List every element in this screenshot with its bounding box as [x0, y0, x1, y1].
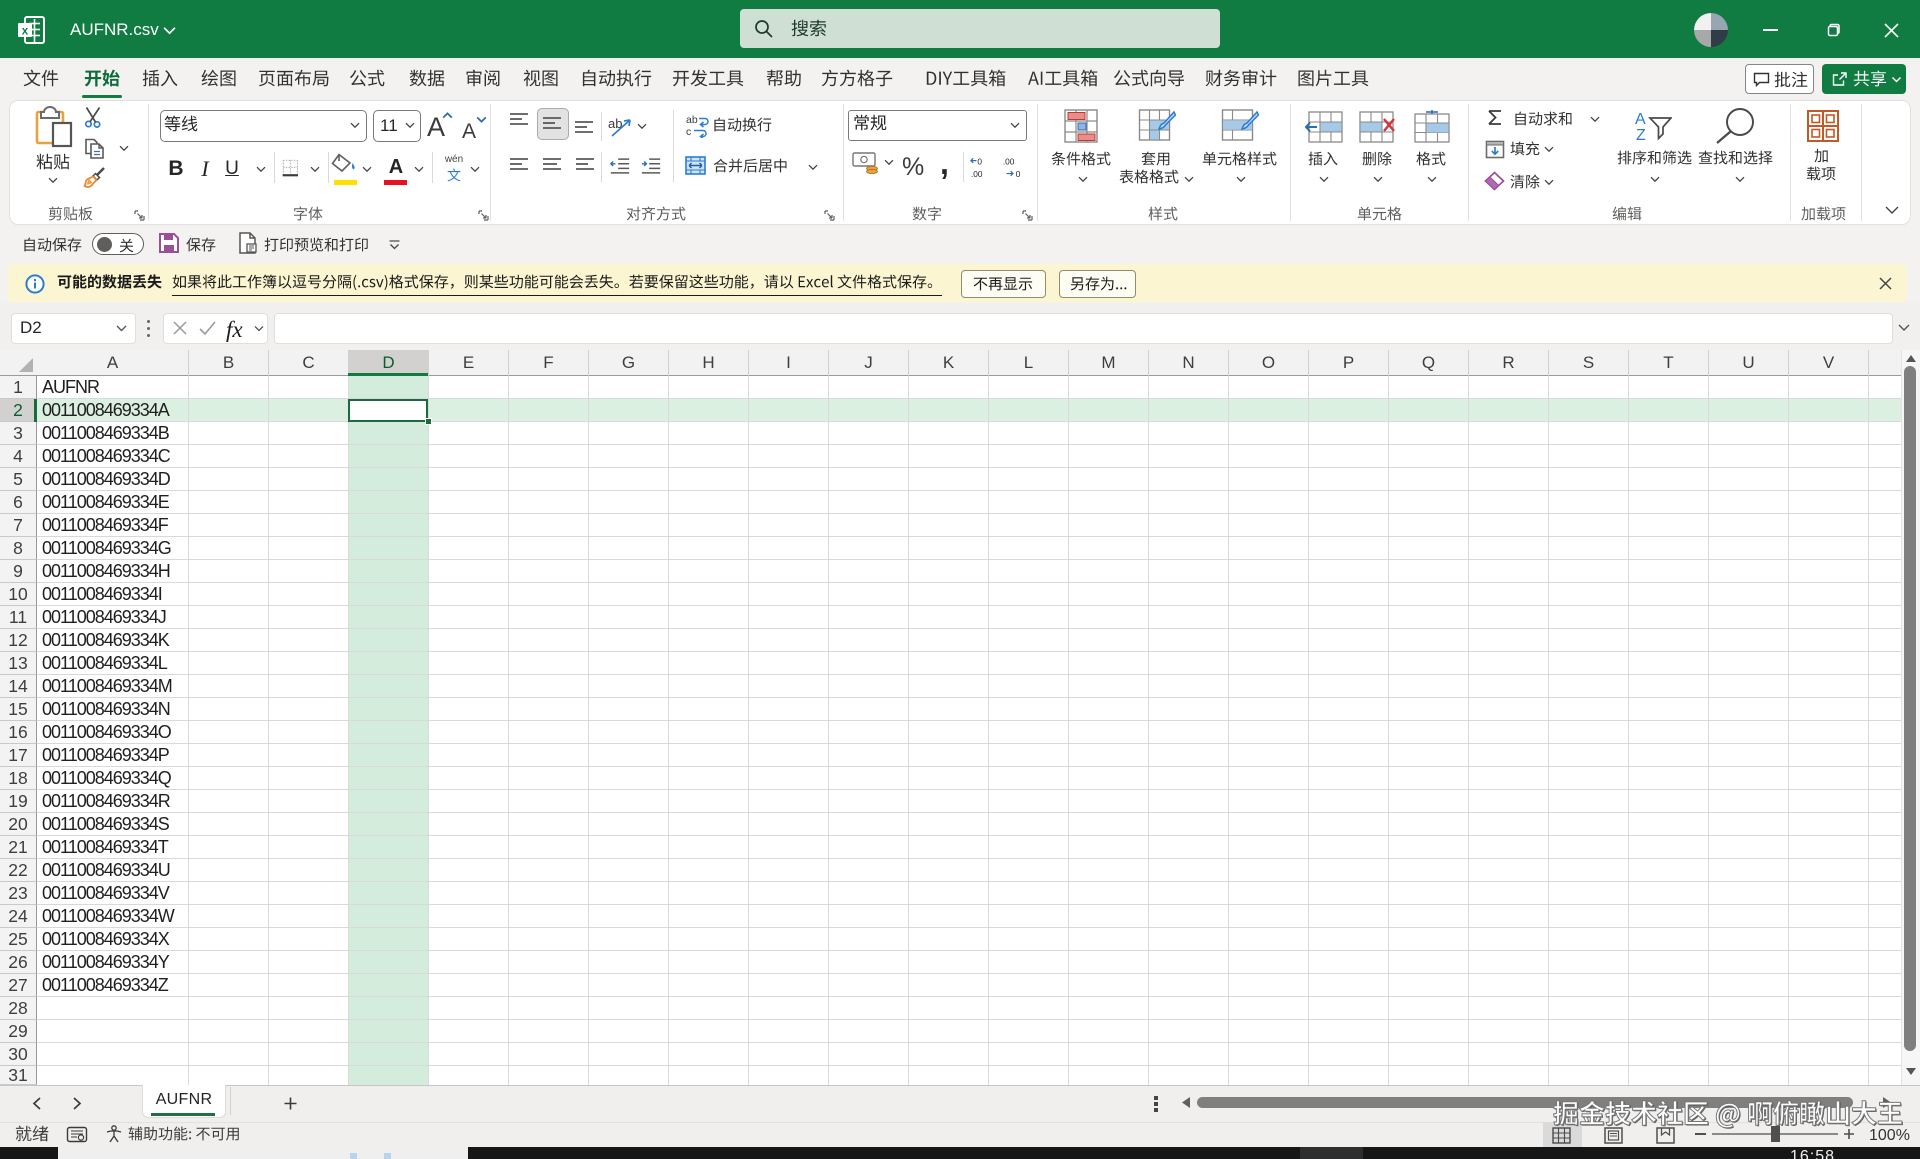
svg-text:x: x [22, 26, 29, 38]
svg-text:A: A [1635, 111, 1646, 128]
svg-text:0: 0 [1016, 169, 1021, 179]
svg-text:.00: .00 [971, 169, 983, 179]
svg-text:wén: wén [444, 154, 463, 165]
svg-text:.00: .00 [1003, 156, 1015, 166]
svg-text:ab: ab [686, 114, 698, 126]
svg-text:c: c [686, 126, 691, 138]
svg-text:0: 0 [977, 156, 982, 166]
svg-text:Z: Z [1636, 127, 1646, 142]
